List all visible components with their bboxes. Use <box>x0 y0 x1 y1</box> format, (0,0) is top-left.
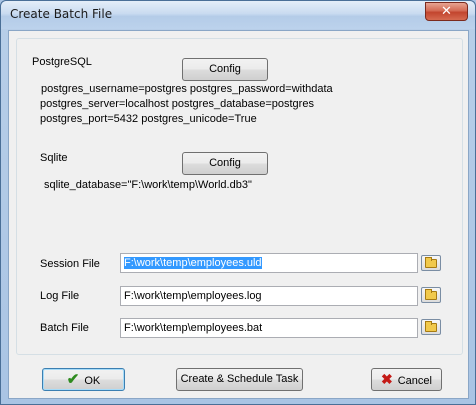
postgres-settings-line: postgres_port=5432 postgres_unicode=True <box>40 113 257 125</box>
batch-file-value: F:\work\temp\employees.bat <box>124 322 263 334</box>
log-file-input[interactable]: F:\work\temp\employees.log <box>120 286 418 306</box>
ok-button[interactable]: ✔ OK <box>42 368 125 391</box>
title-bar[interactable]: Create Batch File ✕ <box>1 1 475 29</box>
batch-file-label: Batch File <box>40 322 89 334</box>
log-file-label: Log File <box>40 290 80 302</box>
postgres-settings-line: postgres_username=postgres postgres_pass… <box>41 83 333 95</box>
session-file-input[interactable]: F:\work\temp\employees.uld <box>120 253 418 273</box>
close-button[interactable]: ✕ <box>425 2 468 21</box>
ok-button-label: OK <box>84 375 101 387</box>
dialog-client-area: PostgreSQL Config postgres_username=post… <box>8 30 469 399</box>
folder-icon <box>425 321 437 332</box>
create-schedule-task-button[interactable]: Create & Schedule Task <box>176 368 303 391</box>
create-batch-file-dialog: Create Batch File ✕ PostgreSQL Config po… <box>0 0 476 405</box>
postgres-heading: PostgreSQL <box>32 56 92 68</box>
folder-icon <box>425 289 437 300</box>
session-file-label: Session File <box>40 258 100 270</box>
sqlite-heading: Sqlite <box>40 152 68 164</box>
checkmark-icon: ✔ <box>66 371 80 388</box>
cancel-button-label: Cancel <box>397 375 432 387</box>
close-icon: ✕ <box>441 4 452 19</box>
log-file-browse-button[interactable] <box>421 287 441 303</box>
batch-file-input[interactable]: F:\work\temp\employees.bat <box>120 318 418 338</box>
cancel-button[interactable]: ✖ Cancel <box>371 368 442 391</box>
session-file-value: F:\work\temp\employees.uld <box>124 257 262 269</box>
postgres-settings-line: postgres_server=localhost postgres_datab… <box>40 98 314 110</box>
sqlite-config-button[interactable]: Config <box>182 152 268 175</box>
log-file-value: F:\work\temp\employees.log <box>124 290 262 302</box>
folder-icon <box>425 257 437 268</box>
window-title: Create Batch File <box>10 7 113 21</box>
session-file-browse-button[interactable] <box>421 255 441 271</box>
postgres-config-button[interactable]: Config <box>182 58 268 81</box>
batch-file-browse-button[interactable] <box>421 319 441 335</box>
sqlite-settings-line: sqlite_database="F:\work\temp\World.db3" <box>44 179 252 191</box>
cross-icon: ✖ <box>381 371 393 387</box>
